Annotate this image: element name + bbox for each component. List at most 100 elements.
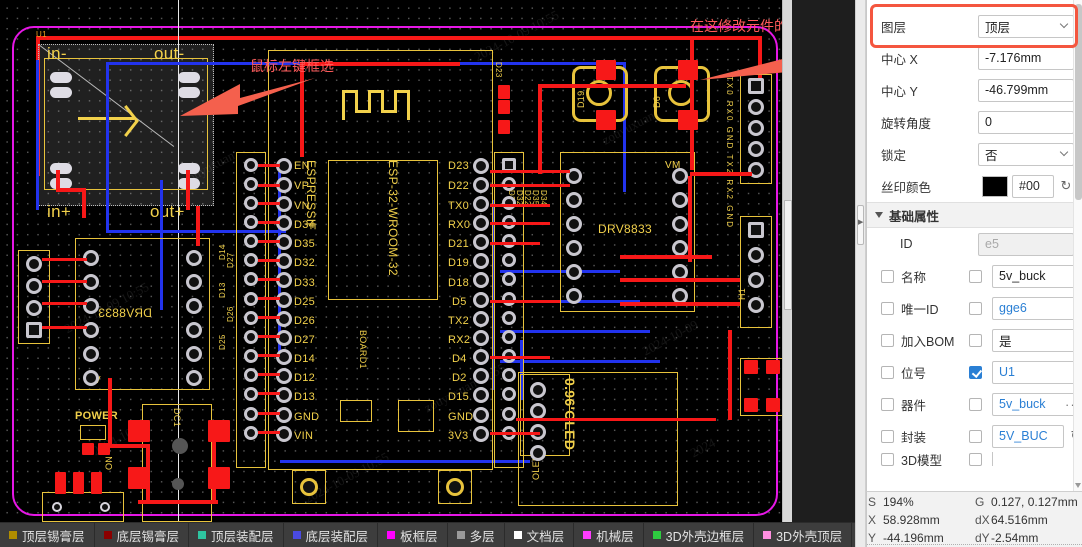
layer-tab[interactable]: 3D外壳边框层 [644, 523, 755, 547]
status-row-scale-grid: S 194% G 0.127, 0.127mm [867, 492, 1082, 510]
pin-D5: D5 [452, 296, 467, 308]
smd-pad[interactable] [678, 60, 698, 80]
pin-GND2: GND [448, 411, 474, 423]
partial-label-checkbox[interactable] [881, 452, 894, 466]
layer-tab[interactable]: 3D外壳顶层 [754, 523, 853, 547]
add-to-bom-value-checkbox[interactable] [969, 333, 982, 347]
dy-key: dY [975, 531, 990, 545]
property-row-unique-id[interactable]: 唯一ID gge6 [867, 292, 1082, 324]
pad[interactable] [52, 502, 62, 512]
add-to-bom-label-checkbox[interactable] [881, 333, 894, 347]
layer-tab[interactable]: 文档层 [505, 523, 575, 547]
center-x-input[interactable]: -7.176mm [978, 46, 1074, 70]
layer-tab[interactable]: 顶层锡膏层 [0, 523, 95, 547]
rotation-label: 旋转角度 [881, 116, 932, 131]
scale-value: 194% [883, 495, 914, 509]
layer-tab-label: 3D外壳顶层 [776, 529, 843, 544]
property-row-rotation[interactable]: 旋转角度 0 [867, 106, 1082, 138]
color-swatch[interactable] [982, 175, 1008, 197]
section-header-basic-properties[interactable]: 基础属性 [867, 202, 1082, 228]
property-row-silk-color[interactable]: 丝印颜色 #00 ↻ [867, 170, 1082, 202]
canvas-vertical-scrollbar[interactable] [782, 0, 792, 522]
layer-tab[interactable]: 底层装配层 [284, 523, 379, 547]
silk-color-hex-input[interactable]: #00 [1012, 174, 1054, 198]
property-row-name[interactable]: 名称 5v_buck [867, 260, 1082, 292]
smd-pad[interactable] [678, 110, 698, 130]
smd-pad[interactable] [82, 443, 94, 455]
pcb-canvas[interactable]: 2024-10-09 10:55 zouyuxuan zouyuxuan 202… [0, 0, 792, 522]
unique-id-label-checkbox[interactable] [881, 301, 894, 315]
layer-tab[interactable]: 多层 [448, 523, 505, 547]
designator-value-checkbox[interactable] [969, 365, 982, 379]
y-value: -44.196mm [883, 531, 944, 545]
footprint-label-checkbox[interactable] [881, 429, 894, 443]
rotation-input[interactable]: 0 [978, 110, 1074, 134]
designator-label-checkbox[interactable] [881, 365, 894, 379]
device-label-checkbox[interactable] [881, 397, 894, 411]
smd-pad[interactable] [91, 472, 102, 494]
layer-tab[interactable]: 顶层装配层 [189, 523, 284, 547]
panel-scrollbar[interactable] [1073, 0, 1082, 491]
property-row-add-to-bom[interactable]: 加入BOM 是 [867, 324, 1082, 356]
property-row-partial[interactable]: 3D模型 [867, 452, 1082, 466]
unique-id-input[interactable]: gge6 [992, 296, 1082, 320]
property-row-center-x[interactable]: 中心 X -7.176mm [867, 42, 1082, 74]
canvas-scroll-thumb[interactable] [784, 200, 792, 310]
trace-blue [36, 60, 39, 210]
pin-VIN: VIN [294, 430, 314, 442]
pin-D22: D22 [448, 180, 470, 192]
center-x-label: 中心 X [881, 52, 918, 67]
button-hole [300, 478, 318, 496]
partial-value-checkbox[interactable] [969, 452, 982, 466]
trace-blue [106, 62, 109, 232]
scroll-down-arrow-icon[interactable] [1075, 483, 1081, 488]
name-label-checkbox[interactable] [881, 269, 894, 283]
reset-icon[interactable]: ↻ [1058, 178, 1074, 194]
lock-select[interactable]: 否 [978, 142, 1074, 166]
center-y-input[interactable]: -46.799mm [978, 78, 1074, 102]
smd-pad[interactable] [596, 110, 616, 130]
panel-collapse-handle[interactable] [857, 205, 864, 245]
pad[interactable] [100, 502, 110, 512]
property-row-device[interactable]: 器件 5v_buck ··· [867, 388, 1082, 420]
pad[interactable] [50, 72, 72, 83]
property-row-designator[interactable]: 位号 U1 [867, 356, 1082, 388]
layer-tab-bar[interactable]: 顶层锡膏层 底层锡膏层 顶层装配层 底层装配层 板框层 多层 文档层 机械层 3… [0, 522, 882, 547]
property-row-center-y[interactable]: 中心 Y -46.799mm [867, 74, 1082, 106]
device-input[interactable]: 5v_buck ··· [992, 392, 1082, 416]
device-value-checkbox[interactable] [969, 397, 982, 411]
footprint-input[interactable]: 5V_BUC [992, 424, 1064, 448]
pad[interactable] [50, 87, 72, 98]
layer-tab-label: 多层 [469, 529, 495, 544]
layer-tab[interactable]: 底层锡膏层 [95, 523, 190, 547]
properties-panel[interactable]: 图层 顶层 中心 X -7.176mm 中心 Y -46.799mm 旋转角度 [866, 0, 1082, 491]
pin-VP: VP [294, 180, 310, 192]
layer-tab[interactable]: 机械层 [574, 523, 644, 547]
property-row-lock[interactable]: 锁定 否 [867, 138, 1082, 170]
name-input[interactable]: 5v_buck [992, 264, 1082, 288]
pad[interactable] [50, 163, 72, 174]
property-row-layer[interactable]: 图层 顶层 [867, 10, 1082, 42]
y-key: Y [867, 531, 876, 545]
section-title: 基础属性 [889, 209, 940, 224]
smd-pad[interactable] [55, 472, 66, 494]
add-to-bom-select[interactable]: 是 [992, 328, 1082, 352]
smd-pad[interactable] [73, 472, 84, 494]
panel-divider [855, 0, 866, 547]
layer-tab[interactable]: 板框层 [378, 523, 448, 547]
property-row-footprint[interactable]: 封装 5V_BUC ↻ [867, 420, 1082, 452]
partial-input[interactable] [992, 452, 1082, 466]
panel-scroll-thumb[interactable] [1075, 4, 1082, 200]
designator-input[interactable]: U1 [992, 360, 1082, 384]
smd-pad[interactable] [596, 60, 616, 80]
unique-id-value-checkbox[interactable] [969, 301, 982, 315]
silk-d23: D23 [494, 62, 503, 78]
layer-select[interactable]: 顶层 [978, 14, 1074, 38]
id-label: ID [900, 237, 913, 251]
dy-value: -2.54mm [991, 531, 1039, 545]
pin-TX0: TX0 [448, 200, 470, 212]
layer-color-swatch [292, 531, 301, 539]
footprint-value-checkbox[interactable] [969, 429, 982, 443]
smd-pad[interactable] [128, 420, 150, 442]
name-value-checkbox[interactable] [969, 269, 982, 283]
